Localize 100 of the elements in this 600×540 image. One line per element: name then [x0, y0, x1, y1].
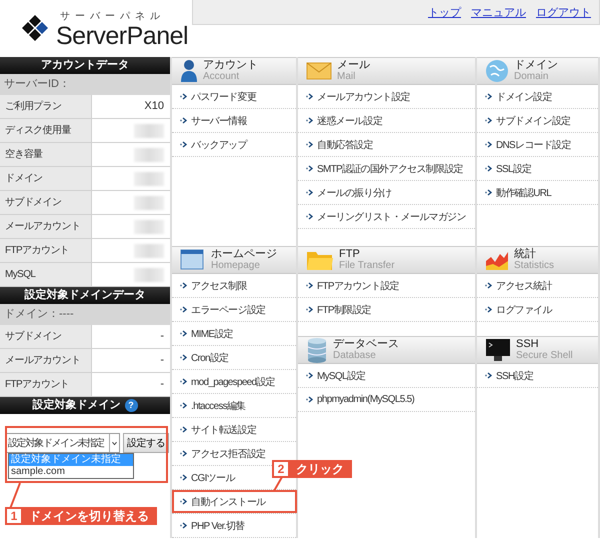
- section-title: FTP: [339, 249, 361, 260]
- menu-link[interactable]: FTP制限設定: [317, 302, 371, 316]
- row-label: ドメイン: [0, 167, 92, 190]
- menu-link[interactable]: FTPアカウント設定: [317, 278, 399, 292]
- menu-link[interactable]: 自動応答設定: [317, 138, 373, 152]
- section-subtitle: Statistics: [514, 260, 554, 271]
- nav-link[interactable]: マニュアル: [471, 4, 526, 20]
- globe-icon: [485, 59, 509, 83]
- section-subtitle: File Transfer: [339, 260, 395, 271]
- menu-link[interactable]: .htaccess編集: [191, 398, 246, 412]
- menu-link[interactable]: バックアップ: [191, 138, 247, 152]
- browser-window-icon: [180, 249, 206, 271]
- bullet-arrow-icon: [306, 306, 314, 313]
- menu-link[interactable]: メールの振り分け: [317, 186, 392, 200]
- section-title: アカウント: [203, 60, 258, 71]
- bullet-arrow-icon: [485, 306, 493, 313]
- blurred-value: [134, 220, 164, 234]
- menu-link[interactable]: SSL設定: [496, 162, 532, 176]
- menu-link[interactable]: ドメイン設定: [496, 90, 552, 104]
- row-value: -: [159, 353, 165, 368]
- apply-button[interactable]: 設定する: [123, 433, 169, 453]
- logo-icon: [20, 14, 50, 44]
- menu-link[interactable]: MIME設定: [191, 326, 233, 340]
- row-label: FTPアカウント: [0, 373, 92, 396]
- panel-title: アカウントデータ: [0, 57, 170, 74]
- bullet-arrow-icon: [485, 282, 493, 289]
- menu-link[interactable]: アクセス統計: [496, 278, 552, 292]
- menu-link[interactable]: サイト転送設定: [191, 422, 256, 436]
- step-label: ドメインを切り替える: [23, 507, 157, 525]
- bullet-arrow-icon: [180, 354, 188, 361]
- blurred-value: [134, 124, 164, 138]
- row-label: メールアカウント: [0, 215, 92, 238]
- domain-select[interactable]: 設定対象ドメイン未指定: [6, 433, 120, 453]
- bullet-arrow-icon: [306, 117, 314, 124]
- dropdown-option[interactable]: sample.com: [9, 466, 133, 478]
- menu-link[interactable]: MySQL設定: [317, 368, 366, 382]
- menu-link[interactable]: アクセス拒否設定: [191, 446, 266, 460]
- step-label: クリック: [290, 460, 352, 478]
- menu-link[interactable]: PHP Ver.切替: [191, 518, 244, 532]
- menu-link[interactable]: エラーページ設定: [191, 302, 266, 316]
- server-id-label: サーバーID：: [0, 74, 170, 95]
- logo-name: ServerPanel: [56, 22, 188, 48]
- blurred-value: [134, 148, 164, 162]
- folder-icon: [306, 249, 334, 271]
- caret-icon: [109, 434, 119, 452]
- row-label: サブドメイン: [0, 325, 92, 348]
- row-value: -: [159, 377, 165, 392]
- bullet-arrow-icon: [306, 282, 314, 289]
- section-subtitle: Mail: [337, 71, 356, 82]
- bullet-arrow-icon: [485, 93, 493, 100]
- nav-link[interactable]: トップ: [428, 4, 461, 20]
- menu-link[interactable]: ログファイル: [496, 302, 552, 316]
- row-label: メールアカウント: [0, 349, 92, 372]
- menu-link[interactable]: メールアカウント設定: [317, 90, 410, 104]
- menu-link[interactable]: アクセス制限: [191, 278, 247, 292]
- section-title: メール: [337, 60, 370, 71]
- section-subtitle: Database: [333, 350, 377, 361]
- menu-link[interactable]: パスワード変更: [191, 90, 256, 104]
- row-value: -: [159, 329, 165, 344]
- bullet-arrow-icon: [180, 450, 188, 457]
- section-subtitle: Account: [203, 71, 240, 82]
- bullet-arrow-icon: [306, 189, 314, 196]
- bullet-arrow-icon: [180, 378, 188, 385]
- menu-link[interactable]: サーバー情報: [191, 114, 247, 128]
- panel-title: 設定対象ドメイン: [32, 398, 120, 413]
- menu-link[interactable]: 迷惑メール設定: [317, 114, 382, 128]
- person-icon: [180, 59, 198, 83]
- menu-link[interactable]: DNSレコード設定: [496, 138, 571, 152]
- blurred-value: [134, 196, 164, 210]
- section-subtitle: Domain: [514, 71, 550, 82]
- section-title: 統計: [514, 249, 537, 260]
- bullet-arrow-icon: [306, 165, 314, 172]
- section-title: ドメイン: [514, 60, 558, 71]
- nav-link[interactable]: ログアウト: [536, 4, 591, 20]
- menu-link[interactable]: 自動インストール: [191, 494, 266, 508]
- menu-link[interactable]: SMTP認証の国外アクセス制限設定: [317, 162, 463, 176]
- menu-link[interactable]: Cron設定: [191, 350, 228, 364]
- menu-link[interactable]: CGIツール: [191, 470, 235, 484]
- menu-link[interactable]: phpmyadmin(MySQL5.5): [317, 394, 414, 405]
- bullet-arrow-icon: [180, 141, 188, 148]
- row-label: ディスク使用量: [0, 119, 92, 142]
- blurred-value: [134, 244, 164, 258]
- bullet-arrow-icon: [485, 141, 493, 148]
- bullet-arrow-icon: [180, 522, 188, 529]
- bullet-arrow-icon: [180, 306, 188, 313]
- bullet-arrow-icon: [306, 141, 314, 148]
- leader-line: [8, 483, 22, 509]
- step-number: 2: [272, 460, 290, 478]
- panel-title: 設定対象ドメインデータ: [0, 287, 170, 304]
- help-icon[interactable]: ?: [124, 399, 138, 412]
- menu-link[interactable]: SSH設定: [496, 368, 534, 382]
- row-label: ご利用プラン: [0, 95, 92, 118]
- menu-link[interactable]: メーリングリスト・メールマガジン: [317, 210, 466, 224]
- bullet-arrow-icon: [180, 474, 188, 481]
- menu-link[interactable]: 動作確認URL: [496, 186, 552, 200]
- menu-link[interactable]: サブドメイン設定: [496, 114, 570, 128]
- menu-link[interactable]: mod_pagespeed設定: [191, 374, 276, 388]
- bullet-arrow-icon: [485, 189, 493, 196]
- step-number: 1: [5, 507, 23, 525]
- row-label: 空き容量: [0, 143, 92, 166]
